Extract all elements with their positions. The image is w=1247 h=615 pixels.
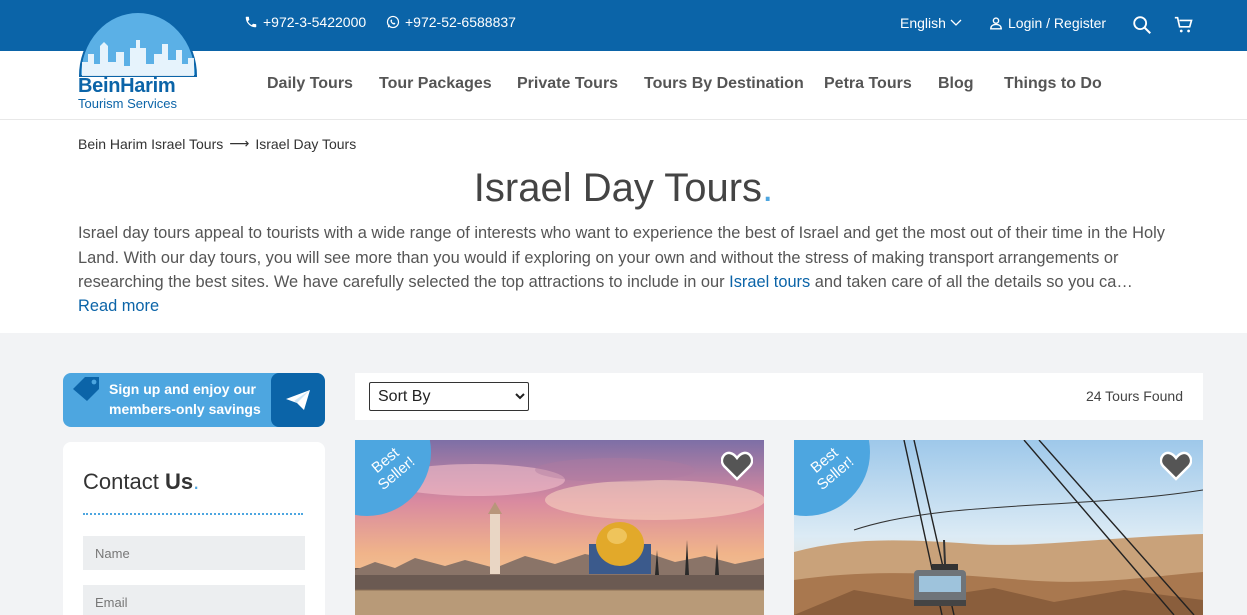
tour-card-1[interactable]: Best Seller! [355, 440, 764, 615]
whatsapp-icon [386, 15, 400, 29]
login-label: Login / Register [1008, 15, 1107, 31]
page-title-text: Israel Day Tours [473, 166, 763, 210]
logo-skyline-icon [78, 11, 198, 77]
title-dot: . [762, 166, 774, 210]
sort-bar: Sort By 24 Tours Found [355, 373, 1203, 420]
nav-daily-tours[interactable]: Daily Tours [267, 75, 353, 93]
nav-private-tours[interactable]: Private Tours [517, 75, 618, 93]
whatsapp-link[interactable]: +972-52-6588837 [386, 14, 516, 30]
phone-icon [245, 16, 257, 28]
sort-select[interactable]: Sort By [369, 382, 529, 411]
phone-number-1: +972-3-5422000 [263, 14, 367, 30]
price-tag-icon [73, 377, 99, 401]
contact-title: Contact Us. [83, 469, 199, 495]
contact-title-dot: . [193, 469, 200, 494]
heart-icon[interactable] [721, 451, 753, 481]
email-field[interactable] [83, 585, 305, 615]
israel-tours-link[interactable]: Israel tours [729, 273, 810, 291]
contact-divider [83, 513, 303, 515]
logo-brand: BeinHarim [78, 75, 176, 97]
breadcrumb-home[interactable]: Bein Harim Israel Tours [78, 136, 223, 152]
phone-link-1[interactable]: +972-3-5422000 [244, 14, 366, 30]
breadcrumb: Bein Harim Israel Tours ⟶ Israel Day Tou… [78, 135, 356, 152]
nav-tours-by-destination[interactable]: Tours By Destination [644, 75, 804, 93]
name-field[interactable] [83, 536, 305, 570]
nav-petra-tours[interactable]: Petra Tours [824, 75, 912, 93]
nav-blog[interactable]: Blog [938, 75, 974, 93]
contact-title-bold: Us [164, 469, 194, 494]
contact-title-regular: Contact [83, 469, 165, 494]
language-label: English [900, 15, 946, 31]
phone-number-2: +972-52-6588837 [405, 14, 516, 30]
signup-banner[interactable]: Sign up and enjoy our members-only savin… [63, 373, 325, 427]
language-selector[interactable]: English [900, 15, 962, 31]
signup-text: Sign up and enjoy our members-only savin… [109, 379, 261, 419]
user-icon [990, 17, 1002, 30]
chevron-down-icon [950, 19, 962, 26]
tour-card-2[interactable]: Best Seller! [794, 440, 1203, 615]
badge-text: Best Seller! [368, 444, 419, 494]
breadcrumb-current: Israel Day Tours [255, 135, 357, 152]
cart-icon[interactable] [1173, 14, 1195, 36]
contact-form: Contact Us. [63, 442, 325, 615]
login-register-link[interactable]: Login / Register [989, 15, 1106, 31]
intro-paragraph: Israel day tours appeal to tourists with… [78, 221, 1188, 295]
paper-plane-icon [286, 390, 310, 410]
site-logo[interactable]: BeinHarim Tourism Services [76, 6, 200, 114]
intro-text-2: and taken care of all the details so you… [810, 273, 1133, 291]
nav-tour-packages[interactable]: Tour Packages [379, 75, 492, 93]
read-more-link[interactable]: Read more [78, 297, 159, 316]
logo-subtitle: Tourism Services [78, 96, 177, 111]
breadcrumb-separator: ⟶ [229, 135, 250, 151]
badge-text: Best Seller! [807, 444, 858, 494]
signup-send-button[interactable] [271, 373, 325, 427]
page-title: Israel Day Tours. [0, 166, 1247, 211]
nav-things-to-do[interactable]: Things to Do [1004, 75, 1102, 93]
tours-count: 24 Tours Found [1085, 388, 1183, 404]
signup-line-1: Sign up and enjoy our [109, 381, 256, 397]
heart-icon[interactable] [1160, 451, 1192, 481]
search-icon[interactable] [1131, 14, 1153, 36]
signup-line-2: members-only savings [109, 401, 261, 417]
